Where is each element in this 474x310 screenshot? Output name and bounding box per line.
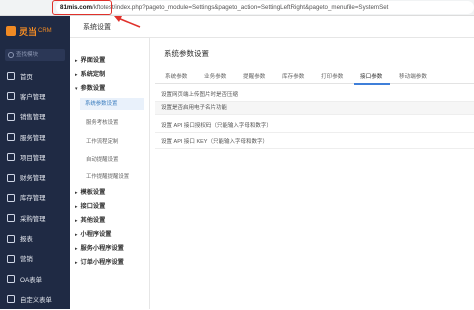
nav-item-parameters[interactable]: ▾ 参数设置 <box>75 83 105 92</box>
nav-sub-work-reminder[interactable]: 工作提醒提醒设置 <box>86 172 129 180</box>
caret-right-icon: ▸ <box>75 218 78 224</box>
caret-right-icon: ▸ <box>75 58 78 64</box>
sidebar-item-label: 项目管理 <box>20 154 46 162</box>
custom-form-icon <box>7 295 15 304</box>
nav-item-customization[interactable]: ▸ 系统定制 <box>75 69 105 78</box>
nav-item-service-mini-program[interactable]: ▸ 服务小程序设置 <box>75 243 124 252</box>
search-placeholder: 查找模块 <box>16 52 39 58</box>
caret-down-icon: ▾ <box>75 86 78 92</box>
url-highlight-box <box>52 0 112 15</box>
tab-inventory-params[interactable]: 库存参数 <box>282 72 304 80</box>
tab-print-params[interactable]: 打印参数 <box>321 72 343 80</box>
active-tab-indicator <box>354 83 390 85</box>
nav-item-mini-program[interactable]: ▸ 小程序设置 <box>75 229 111 238</box>
caret-right-icon: ▸ <box>75 204 78 210</box>
nav-item-label: 接口设置 <box>80 203 106 210</box>
marketing-icon <box>7 254 15 263</box>
tab-reminder-params[interactable]: 提醒参数 <box>243 72 265 80</box>
inventory-icon <box>7 193 15 202</box>
sidebar-item-customers[interactable]: 客户管理 <box>0 86 70 106</box>
url-input[interactable]: 81mis.com/kftotest/index.php?pageto_modu… <box>56 1 474 14</box>
caret-right-icon: ▸ <box>75 190 78 196</box>
project-icon <box>7 153 15 162</box>
service-icon <box>7 133 15 142</box>
url-rest: index.php?pageto_module=Settings&pageto_… <box>115 4 389 11</box>
nav-item-other[interactable]: ▸ 其他设置 <box>75 215 105 224</box>
sidebar-item-label: 采购管理 <box>20 215 46 223</box>
sidebar-item-label: 财务管理 <box>20 175 46 183</box>
module-search-input[interactable]: 查找模块 <box>5 49 65 61</box>
sidebar-item-label: OA表单 <box>20 276 43 284</box>
nav-item-label: 模板设置 <box>80 189 106 196</box>
home-icon <box>7 72 15 81</box>
nav-item-label: 订单小程序设置 <box>80 259 124 266</box>
param-tabs: 系统参数 业务参数 提醒参数 库存参数 打印参数 接口参数 移动端参数 <box>155 70 474 84</box>
sidebar-item-marketing[interactable]: 营销 <box>0 249 70 269</box>
tab-system-params[interactable]: 系统参数 <box>165 72 187 80</box>
tab-interface-params[interactable]: 接口参数 <box>360 72 382 80</box>
caret-right-icon: ▸ <box>75 246 78 252</box>
caret-right-icon: ▸ <box>75 260 78 266</box>
nav-item-label: 参数设置 <box>80 85 106 92</box>
sidebar-item-inventory[interactable]: 库存管理 <box>0 188 70 208</box>
sidebar-item-service[interactable]: 服务管理 <box>0 127 70 147</box>
nav-item-order-mini-program[interactable]: ▸ 订单小程序设置 <box>75 257 124 266</box>
nav-item-ui-settings[interactable]: ▸ 界面设置 <box>75 55 105 64</box>
sidebar-item-label: 库存管理 <box>20 195 46 203</box>
logo-crm: CRM <box>38 28 52 34</box>
sidebar-item-label: 首页 <box>20 73 33 81</box>
sidebar-item-label: 报表 <box>20 236 33 244</box>
sidebar-item-sales[interactable]: 销售管理 <box>0 107 70 127</box>
search-icon <box>8 52 14 58</box>
sidebar-item-projects[interactable]: 项目管理 <box>0 147 70 167</box>
nav-sub-auto-reminder[interactable]: 自动提醒设置 <box>86 155 118 163</box>
section-title: 系统参数设置 <box>164 49 209 58</box>
caret-right-icon: ▸ <box>75 72 78 78</box>
nav-item-label: 其他设置 <box>80 217 106 224</box>
sidebar: 灵当 CRM 查找模块 首页 客户管理 销售管理 服务管理 项目管理 财务管理 … <box>0 16 70 309</box>
setting-row[interactable]: 设置 API 接口授权码（只能输入字母和数字） <box>155 120 474 133</box>
nav-item-templates[interactable]: ▸ 模板设置 <box>75 187 105 196</box>
sidebar-item-label: 营销 <box>20 256 33 264</box>
tab-business-params[interactable]: 业务参数 <box>204 72 226 80</box>
nav-sub-workflow[interactable]: 工作流程定制 <box>86 137 118 145</box>
sidebar-item-finance[interactable]: 财务管理 <box>0 167 70 187</box>
nav-sub-system-params[interactable]: 系统参数设置 <box>80 98 144 110</box>
logo-text: 灵当 <box>19 26 38 37</box>
sidebar-item-label: 客户管理 <box>20 93 46 101</box>
settings-nav: ▸ 界面设置 ▸ 系统定制 ▾ 参数设置 系统参数设置 服务考核设置 工作流程定制 自… <box>70 38 150 309</box>
sidebar-item-purchase[interactable]: 采购管理 <box>0 208 70 228</box>
setting-row[interactable]: 设置 API 接口 KEY（只能输入字母和数字） <box>155 136 474 149</box>
sidebar-item-label: 销售管理 <box>20 114 46 122</box>
nav-item-interfaces[interactable]: ▸ 接口设置 <box>75 201 105 210</box>
form-icon <box>7 275 15 284</box>
nav-item-label: 界面设置 <box>80 57 106 64</box>
tab-mobile-params[interactable]: 移动端参数 <box>399 72 427 80</box>
sidebar-menu: 首页 客户管理 销售管理 服务管理 项目管理 财务管理 库存管理 采购管理 报表… <box>0 66 70 310</box>
sidebar-item-reports[interactable]: 报表 <box>0 228 70 248</box>
sidebar-item-custom-forms[interactable]: 自定义表单 <box>0 289 70 309</box>
purchase-icon <box>7 214 15 223</box>
report-icon <box>7 234 15 243</box>
caret-right-icon: ▸ <box>75 232 78 238</box>
sidebar-item-home[interactable]: 首页 <box>0 66 70 86</box>
top-bar: 系统设置 <box>70 16 474 38</box>
user-icon <box>7 92 15 101</box>
sidebar-item-oa-forms[interactable]: OA表单 <box>0 269 70 289</box>
sidebar-item-label: 服务管理 <box>20 134 46 142</box>
setting-row[interactable]: 设置网页端上传图片时是否压缩 <box>155 89 474 102</box>
brand-logo[interactable]: 灵当 CRM <box>6 23 52 39</box>
nav-item-label: 小程序设置 <box>80 231 112 238</box>
sidebar-item-label: 自定义表单 <box>20 296 52 304</box>
page-title: 系统设置 <box>83 24 111 31</box>
logo-icon <box>6 26 16 36</box>
finance-icon <box>7 173 15 182</box>
browser-address-bar: 81mis.com/kftotest/index.php?pageto_modu… <box>0 0 474 16</box>
nav-sub-service-assessment[interactable]: 服务考核设置 <box>86 118 118 126</box>
nav-item-label: 服务小程序设置 <box>80 245 124 252</box>
setting-row[interactable]: 设置是否启用电子名片功能 <box>155 102 474 115</box>
sales-icon <box>7 112 15 121</box>
nav-item-label: 系统定制 <box>80 71 106 78</box>
